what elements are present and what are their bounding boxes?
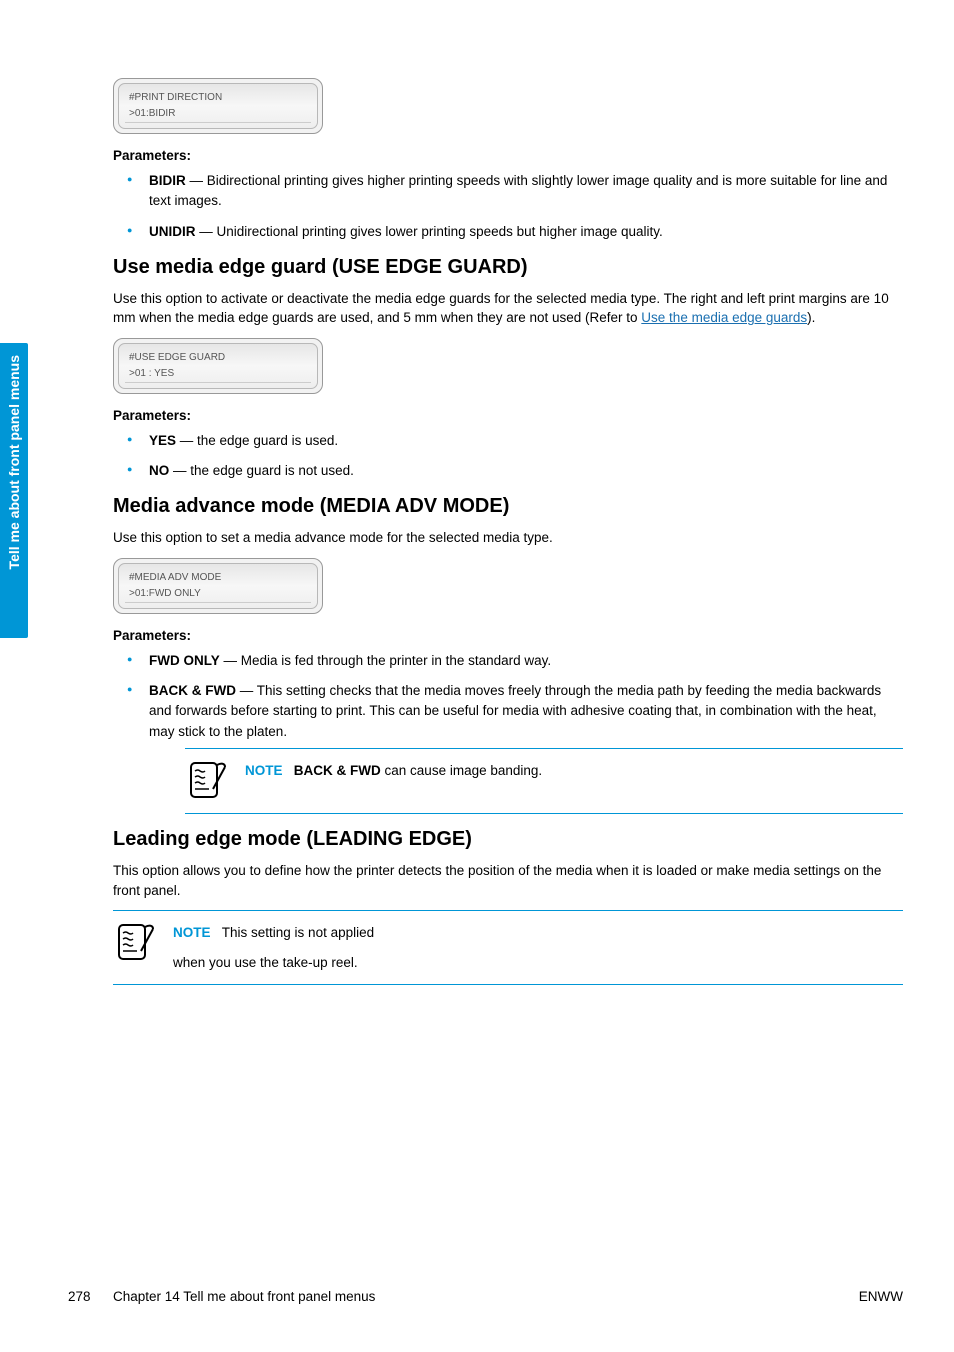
list-item: YES — the edge guard is used. — [113, 431, 903, 451]
adv-params: FWD ONLY — Media is fed through the prin… — [113, 651, 903, 814]
list-item: BIDIR — Bidirectional printing gives hig… — [113, 171, 903, 212]
param-name: YES — [149, 433, 176, 448]
note-bold: BACK & FWD — [294, 763, 381, 778]
lcd-display: #USE EDGE GUARD >01 : YES — [118, 343, 318, 389]
lcd-media-adv-mode: #MEDIA ADV MODE >01:FWD ONLY — [113, 558, 903, 614]
param-desc: — This setting checks that the media mov… — [149, 683, 881, 739]
heading-media-adv-mode: Media advance mode (MEDIA ADV MODE) — [113, 495, 903, 518]
param-desc: — the edge guard is used. — [176, 433, 338, 448]
main-content: #PRINT DIRECTION >01:BIDIR Parameters: B… — [113, 78, 903, 999]
side-tab-text: Tell me about front panel menus — [6, 355, 22, 569]
print-direction-params: BIDIR — Bidirectional printing gives hig… — [113, 171, 903, 242]
note-text: NOTE BACK & FWD can cause image banding. — [245, 759, 542, 781]
note-label: NOTE — [173, 925, 211, 940]
lcd-line2: >01 : YES — [129, 366, 307, 382]
lcd-line1: #MEDIA ADV MODE — [129, 570, 307, 586]
lcd-line2: >01:BIDIR — [129, 106, 307, 122]
note-text: NOTE This setting is not applied when yo… — [173, 921, 374, 974]
note-icon — [185, 759, 229, 803]
page-number: 278 — [68, 1289, 91, 1304]
list-item: BACK & FWD — This setting checks that th… — [113, 681, 903, 814]
edge-guard-para: Use this option to activate or deactivat… — [113, 289, 903, 328]
note-back-fwd: NOTE BACK & FWD can cause image banding. — [185, 748, 903, 814]
param-desc: — the edge guard is not used. — [169, 463, 354, 478]
param-desc: — Bidirectional printing gives higher pr… — [149, 173, 887, 208]
parameters-label: Parameters: — [113, 628, 903, 643]
heading-use-edge-guard: Use media edge guard (USE EDGE GUARD) — [113, 256, 903, 279]
note-line2: when you use the take-up reel. — [173, 953, 374, 973]
text: ). — [807, 310, 815, 325]
edge-guard-params: YES — the edge guard is used. NO — the e… — [113, 431, 903, 482]
list-item: UNIDIR — Unidirectional printing gives l… — [113, 222, 903, 242]
param-desc: — Unidirectional printing gives lower pr… — [196, 224, 663, 239]
side-tab: Tell me about front panel menus — [0, 343, 28, 638]
lcd-frame: #USE EDGE GUARD >01 : YES — [113, 338, 323, 394]
lcd-print-direction: #PRINT DIRECTION >01:BIDIR — [113, 78, 903, 134]
param-name: NO — [149, 463, 169, 478]
lcd-use-edge-guard: #USE EDGE GUARD >01 : YES — [113, 338, 903, 394]
footer: Chapter 14 Tell me about front panel men… — [113, 1289, 903, 1304]
lcd-line1: #PRINT DIRECTION — [129, 90, 307, 106]
parameters-label: Parameters: — [113, 148, 903, 163]
lcd-frame: #MEDIA ADV MODE >01:FWD ONLY — [113, 558, 323, 614]
lcd-line2: >01:FWD ONLY — [129, 586, 307, 602]
param-name: BACK & FWD — [149, 683, 236, 698]
list-item: FWD ONLY — Media is fed through the prin… — [113, 651, 903, 671]
note-icon — [113, 921, 157, 965]
adv-para: Use this option to set a media advance m… — [113, 528, 903, 548]
note-line1: This setting is not applied — [222, 925, 374, 940]
note-rest: can cause image banding. — [381, 763, 542, 778]
param-name: FWD ONLY — [149, 653, 220, 668]
note-leading-edge: NOTE This setting is not applied when yo… — [113, 910, 903, 985]
param-name: UNIDIR — [149, 224, 196, 239]
footer-right: ENWW — [859, 1289, 903, 1304]
lcd-display: #MEDIA ADV MODE >01:FWD ONLY — [118, 563, 318, 609]
lcd-line1: #USE EDGE GUARD — [129, 350, 307, 366]
list-item: NO — the edge guard is not used. — [113, 461, 903, 481]
note-label: NOTE — [245, 763, 283, 778]
lead-para: This option allows you to define how the… — [113, 861, 903, 900]
lcd-display: #PRINT DIRECTION >01:BIDIR — [118, 83, 318, 129]
link-use-media-edge-guards[interactable]: Use the media edge guards — [641, 310, 807, 325]
param-name: BIDIR — [149, 173, 186, 188]
lcd-frame: #PRINT DIRECTION >01:BIDIR — [113, 78, 323, 134]
parameters-label: Parameters: — [113, 408, 903, 423]
param-desc: — Media is fed through the printer in th… — [220, 653, 551, 668]
footer-chapter: Chapter 14 Tell me about front panel men… — [113, 1289, 375, 1304]
heading-leading-edge: Leading edge mode (LEADING EDGE) — [113, 828, 903, 851]
